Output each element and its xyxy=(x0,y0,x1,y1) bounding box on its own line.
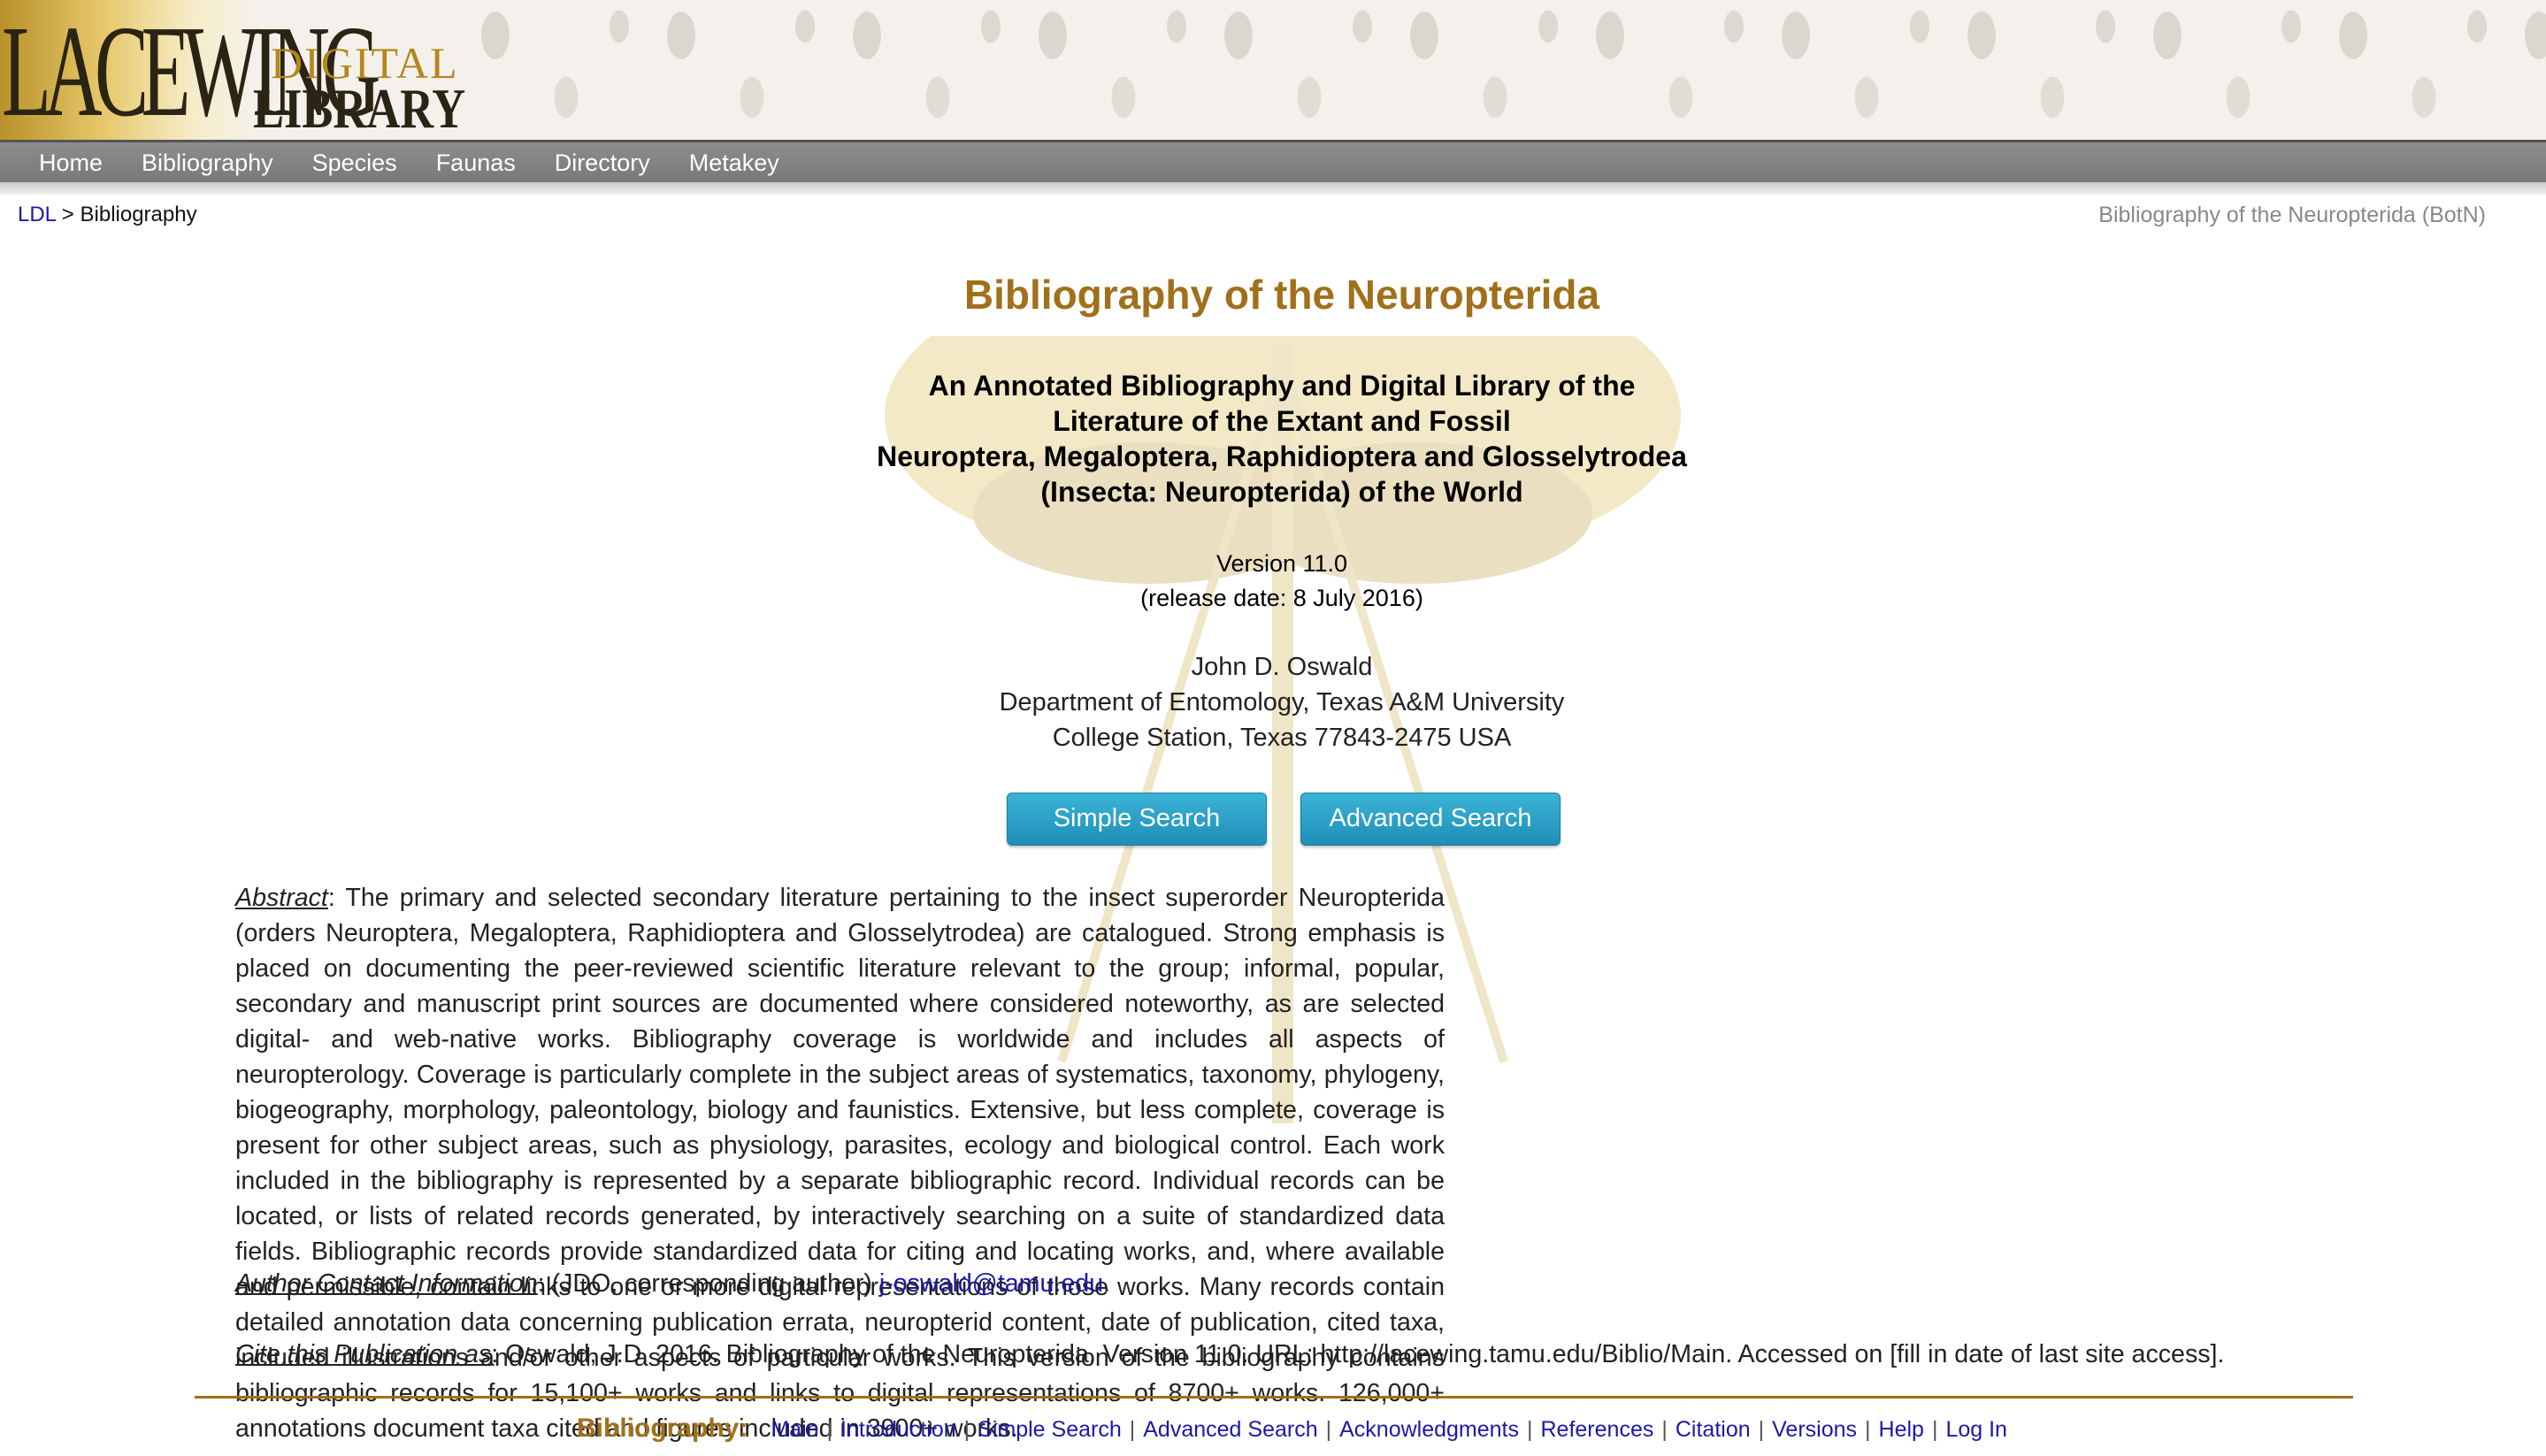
cite-text: : Oswald, J.D. 2016. Bibliography of the… xyxy=(491,1340,2225,1368)
page-subtitle: An Annotated Bibliography and Digital Li… xyxy=(0,368,2546,510)
footer-link-references[interactable]: References xyxy=(1541,1417,1654,1442)
logo-library-text[interactable]: LIBRARY xyxy=(253,80,465,137)
subtitle-line: An Annotated Bibliography and Digital Li… xyxy=(928,370,1636,402)
author-info: John D. Oswald Department of Entomology,… xyxy=(0,649,2546,755)
version-info: Version 11.0 (release date: 8 July 2016) xyxy=(0,547,2546,616)
contact-text: : (JDO, corresponding author) xyxy=(537,1269,879,1298)
subtitle-line: (Insecta: Neuropterida) of the World xyxy=(1040,476,1523,508)
nav-species[interactable]: Species xyxy=(293,142,417,183)
contact-paragraph: Author Contact Information: (JDO, corres… xyxy=(235,1269,1110,1299)
advanced-search-button[interactable]: Advanced Search xyxy=(1300,793,1561,846)
email-link[interactable]: j-oswald@tamu.edu xyxy=(879,1269,1103,1298)
author-dept: Department of Entomology, Texas A&M Univ… xyxy=(999,688,1565,717)
page-title: Bibliography of the Neuropterida xyxy=(963,272,1600,318)
nav-bibliography[interactable]: Bibliography xyxy=(122,142,293,183)
subtitle-line: Literature of the Extant and Fossil xyxy=(1053,405,1511,437)
footer-separator: | xyxy=(1661,1417,1668,1442)
footer-separator: | xyxy=(1931,1417,1938,1442)
footer-link-versions[interactable]: Versions xyxy=(1772,1417,1857,1442)
footer-link-introduction[interactable]: Introduction xyxy=(840,1417,956,1442)
contact-end: . xyxy=(1103,1269,1110,1298)
footer-link-acknowledgments[interactable]: Acknowledgments xyxy=(1339,1417,1519,1442)
footer-separator: | xyxy=(1325,1417,1332,1442)
cite-paragraph: Cite this Publication as: Oswald, J.D. 2… xyxy=(235,1340,2224,1369)
footer-divider xyxy=(195,1396,2353,1399)
nav-home[interactable]: Home xyxy=(19,142,122,183)
simple-search-button[interactable]: Simple Search xyxy=(1007,793,1267,846)
footer-link-citation[interactable]: Citation xyxy=(1676,1417,1751,1442)
banner-pattern xyxy=(460,0,2546,140)
footer-link-simple-search[interactable]: Simple Search xyxy=(978,1417,1122,1442)
contact-label: Author Contact Information xyxy=(235,1269,538,1298)
subtitle-line: Neuroptera, Megaloptera, Raphidioptera a… xyxy=(877,441,1687,472)
author-address: College Station, Texas 77843-2475 USA xyxy=(1052,724,1512,752)
breadcrumb-separator: > xyxy=(56,203,81,226)
footer-nav: Bibliography: Main | Introduction | Simple Se… xyxy=(577,1414,2007,1444)
nav-shadow xyxy=(0,182,2546,195)
footer-separator: | xyxy=(1129,1417,1136,1442)
cite-label: Cite this Publication as xyxy=(235,1340,492,1368)
site-title: Bibliography of the Neuropterida (BotN) xyxy=(2098,203,2486,227)
breadcrumb-root-link[interactable]: LDL xyxy=(18,203,56,226)
breadcrumb: LDL > Bibliography xyxy=(18,203,197,227)
nav-directory[interactable]: Directory xyxy=(535,142,670,183)
footer-link-main[interactable]: Main xyxy=(771,1417,818,1442)
breadcrumb-current: Bibliography xyxy=(80,203,197,226)
abstract-label: Abstract xyxy=(235,884,328,912)
footer-separator: | xyxy=(1527,1417,1533,1442)
header-banner: LACEWING DIGITAL LIBRARY xyxy=(0,0,2546,140)
footer-separator: | xyxy=(826,1417,833,1442)
footer-link-help[interactable]: Help xyxy=(1879,1417,1924,1442)
footer-separator: | xyxy=(1758,1417,1765,1442)
main-nav: Home Bibliography Species Faunas Directo… xyxy=(0,140,2546,185)
footer-link-login[interactable]: Log In xyxy=(1945,1417,2007,1442)
footer-separator: | xyxy=(1865,1417,1871,1442)
nav-metakey[interactable]: Metakey xyxy=(670,142,799,183)
footer-separator: | xyxy=(963,1417,970,1442)
release-date: (release date: 8 July 2016) xyxy=(1140,585,1423,611)
footer-link-advanced-search[interactable]: Advanced Search xyxy=(1143,1417,1317,1442)
nav-faunas[interactable]: Faunas xyxy=(417,142,535,183)
footer-label: Bibliography: xyxy=(577,1414,748,1443)
version-number: Version 11.0 xyxy=(1215,550,1348,577)
author-name: John D. Oswald xyxy=(1191,653,1373,681)
